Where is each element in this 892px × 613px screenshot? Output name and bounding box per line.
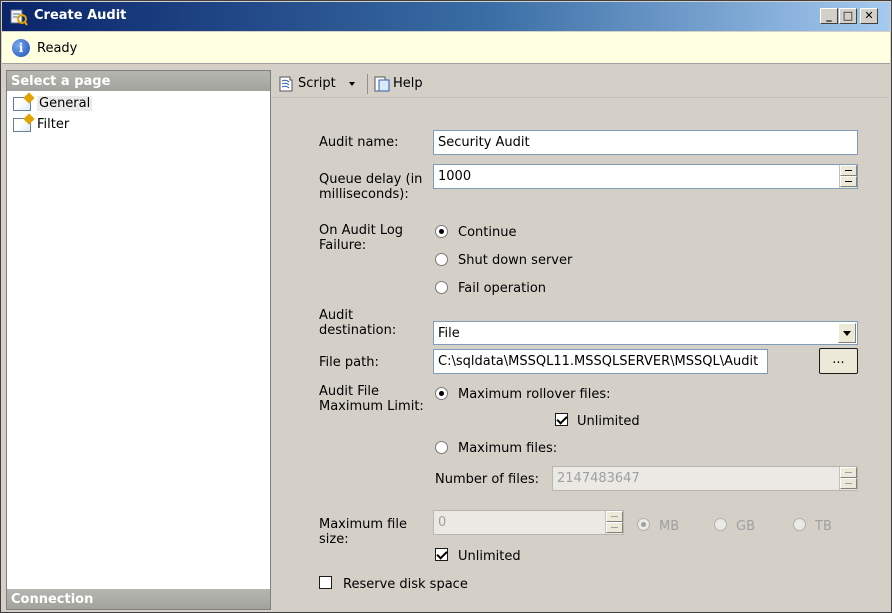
max-file-size-label-line1: Maximum file: [319, 517, 407, 532]
spin-up-button[interactable]: [840, 165, 857, 176]
max-limit-label-line1: Audit File: [319, 384, 379, 399]
unit-mb-label: MB: [659, 519, 680, 534]
spin-up-button[interactable]: [840, 467, 857, 478]
on-failure-label-line1: On Audit Log: [319, 223, 404, 238]
max-limit-label: Audit File Maximum Limit:: [319, 384, 424, 414]
spin-up-button[interactable]: [606, 511, 623, 522]
continue-radio[interactable]: [435, 225, 448, 238]
queue-delay-spinner[interactable]: [839, 165, 857, 188]
page-icon: [13, 97, 31, 111]
spin-down-button[interactable]: [840, 478, 857, 489]
page-item-label: General: [37, 96, 93, 111]
minimize-button[interactable]: _: [820, 8, 838, 24]
browse-button[interactable]: ...: [819, 348, 858, 374]
unit-tb-label: TB: [815, 519, 832, 534]
maximize-button[interactable]: □: [839, 8, 857, 24]
page-selector-pane: Select a page General Filter Connection: [6, 70, 271, 610]
close-button[interactable]: ✕: [860, 8, 878, 24]
help-icon: [374, 76, 390, 92]
destination-label: Audit destination:: [319, 308, 396, 338]
script-icon: [279, 76, 293, 92]
size-unlimited-checkbox[interactable]: [435, 548, 448, 561]
page-item-label: Filter: [37, 117, 70, 132]
window-title: Create Audit: [34, 8, 127, 23]
unit-gb-label: GB: [736, 519, 755, 534]
max-file-size-label-line2: size:: [319, 532, 349, 547]
info-icon: i: [12, 39, 30, 57]
status-bar: i Ready: [2, 32, 890, 64]
queue-delay-input[interactable]: 1000: [433, 164, 858, 189]
on-failure-label-line2: Failure:: [319, 238, 367, 253]
reserve-disk-space-label: Reserve disk space: [343, 577, 468, 592]
connection-header: Connection: [7, 589, 270, 609]
general-page: Script Help Audit name: Security Audit Q…: [273, 70, 889, 610]
number-of-files-label: Number of files:: [435, 472, 539, 487]
rollover-unlimited-checkbox[interactable]: [555, 413, 568, 426]
max-file-size-spinner[interactable]: [605, 511, 623, 534]
audit-name-input[interactable]: Security Audit: [433, 130, 858, 155]
max-files-radio[interactable]: [435, 441, 448, 454]
page-icon: [13, 118, 31, 132]
destination-label-line2: destination:: [319, 323, 397, 338]
title-bar: Create Audit _ □ ✕: [2, 2, 890, 31]
file-path-input[interactable]: C:\sqldata\MSSQL11.MSSQLSERVER\MSSQL\Aud…: [433, 349, 768, 374]
dropdown-arrow-icon[interactable]: [838, 323, 856, 343]
unit-mb-radio[interactable]: [637, 518, 650, 531]
rollover-unlimited-label: Unlimited: [577, 414, 640, 429]
fail-operation-label: Fail operation: [458, 281, 547, 296]
select-page-header: Select a page: [7, 71, 270, 91]
status-text: Ready: [37, 41, 78, 56]
destination-value: File: [438, 326, 460, 341]
audit-name-label: Audit name:: [319, 135, 399, 150]
create-audit-window: Create Audit _ □ ✕ i Ready Select a page…: [0, 0, 892, 613]
fail-operation-radio[interactable]: [435, 281, 448, 294]
number-of-files-input[interactable]: 2147483647: [552, 466, 858, 491]
unit-gb-radio[interactable]: [714, 518, 727, 531]
unit-tb-radio[interactable]: [793, 518, 806, 531]
help-button[interactable]: Help: [393, 76, 423, 91]
shut-down-server-label: Shut down server: [458, 253, 573, 268]
chevron-down-icon[interactable]: [347, 79, 357, 89]
spin-down-button[interactable]: [606, 522, 623, 533]
spin-down-button[interactable]: [840, 176, 857, 187]
max-rollover-files-label: Maximum rollover files:: [458, 387, 611, 402]
toolbar-separator: [367, 74, 368, 94]
max-rollover-files-radio[interactable]: [435, 387, 448, 400]
queue-delay-label-line2: milliseconds):: [319, 187, 409, 202]
destination-label-line1: Audit: [319, 308, 354, 323]
number-of-files-spinner[interactable]: [839, 467, 857, 490]
queue-delay-label-line1: Queue delay (in: [319, 172, 423, 187]
max-file-size-label: Maximum file size:: [319, 517, 407, 547]
queue-delay-label: Queue delay (in milliseconds):: [319, 172, 422, 202]
max-files-label: Maximum files:: [458, 441, 558, 456]
shut-down-server-radio[interactable]: [435, 253, 448, 266]
file-path-label: File path:: [319, 355, 379, 370]
on-failure-label: On Audit Log Failure:: [319, 223, 403, 253]
max-limit-label-line2: Maximum Limit:: [319, 399, 424, 414]
max-file-size-input[interactable]: 0: [433, 510, 624, 535]
continue-label: Continue: [458, 225, 517, 240]
toolbar: Script Help: [273, 70, 889, 98]
script-button[interactable]: Script: [298, 76, 336, 91]
audit-icon: [10, 9, 28, 26]
size-unlimited-label: Unlimited: [458, 549, 521, 564]
reserve-disk-space-checkbox[interactable]: [319, 576, 332, 589]
destination-select[interactable]: File: [433, 321, 858, 345]
